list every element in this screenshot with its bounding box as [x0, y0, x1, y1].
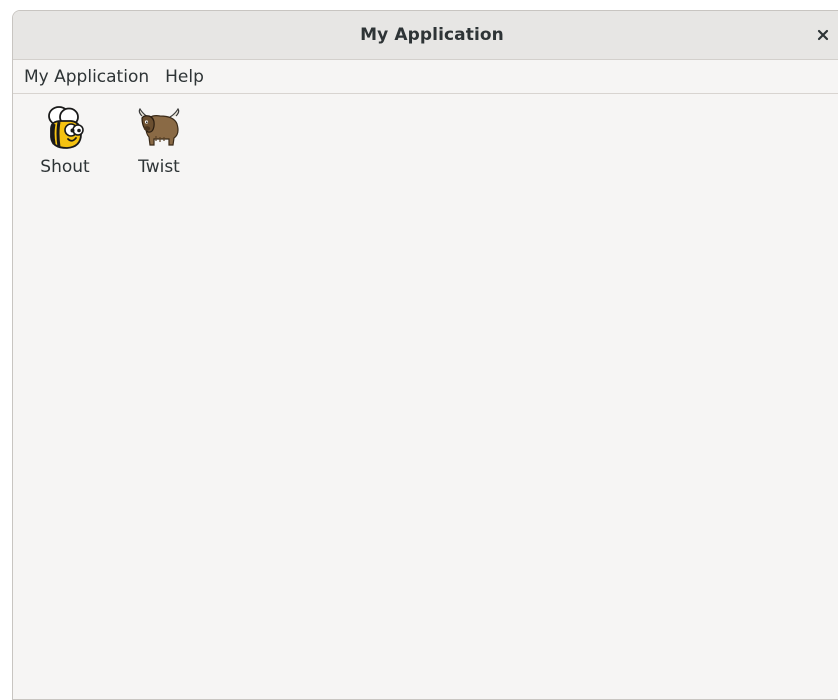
launcher-item-twist[interactable]: Twist — [123, 104, 195, 177]
close-button[interactable] — [809, 21, 837, 49]
title-bar[interactable]: My Application — [13, 11, 838, 60]
yak-icon — [135, 104, 183, 152]
launcher-item-label: Twist — [138, 157, 180, 177]
window-title: My Application — [360, 25, 504, 45]
launcher-item-shout[interactable]: Shout — [29, 104, 101, 177]
launcher-item-label: Shout — [40, 157, 90, 177]
menu-bar: My Application Help — [13, 60, 838, 94]
menu-my-application[interactable]: My Application — [16, 63, 157, 91]
bee-icon — [41, 104, 89, 152]
menu-help[interactable]: Help — [157, 63, 212, 91]
icon-view: Shout Twist — [13, 94, 838, 694]
application-window: My Application My Application Help Shout… — [12, 10, 838, 700]
close-icon — [817, 29, 829, 41]
